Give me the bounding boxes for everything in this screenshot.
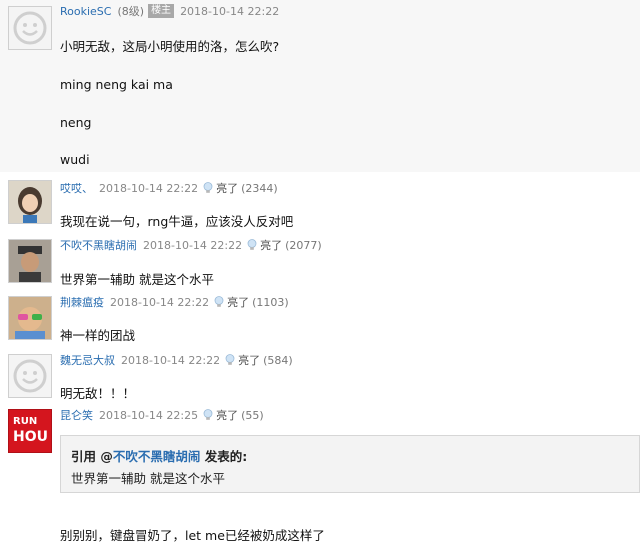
- post-text: 我现在说一句，rng牛逼，应该没人反对吧: [60, 214, 294, 229]
- avatar-logo-text-bottom: HOU: [13, 429, 48, 445]
- light-label: 亮了: [216, 409, 239, 422]
- post-meta: 魏无忌大叔 2018-10-14 22:22 亮了 (584): [60, 352, 293, 368]
- quote-prefix: 引用 @: [71, 449, 113, 464]
- light-button[interactable]: 亮了: [203, 180, 238, 196]
- quote-header: 引用 @不吹不黑瞎胡闹 发表的:: [71, 446, 247, 465]
- post-time: 2018-10-14 22:25: [99, 408, 199, 422]
- post-meta: 不吹不黑瞎胡闹 2018-10-14 22:22 亮了 (2077): [60, 237, 322, 253]
- light-button[interactable]: 亮了: [214, 294, 249, 310]
- reply-post: 哎哎、 2018-10-14 22:22 亮了 (2344) 我现在说一句，rn…: [0, 176, 640, 230]
- post-meta: RookieSC (8级) 楼主 2018-10-14 22:22: [60, 3, 284, 19]
- light-label: 亮了: [227, 296, 250, 309]
- reply-post: 不吹不黑瞎胡闹 2018-10-14 22:22 亮了 (2077) 世界第一辅…: [0, 233, 640, 289]
- lightbulb-icon: [214, 296, 224, 307]
- reply-post: 荆棘瘟疫 2018-10-14 22:22 亮了 (1103) 神一样的团战: [0, 291, 640, 347]
- lightbulb-icon: [247, 239, 257, 250]
- light-count: (584): [263, 353, 293, 367]
- post-meta: 荆棘瘟疫 2018-10-14 22:22 亮了 (1103): [60, 294, 289, 310]
- quote-user-link[interactable]: 不吹不黑瞎胡闹: [113, 449, 201, 464]
- light-button[interactable]: 亮了: [225, 352, 260, 368]
- light-count: (2077): [285, 238, 322, 252]
- username-link[interactable]: RookieSC: [60, 5, 111, 18]
- user-photo-icon: [9, 240, 51, 282]
- light-label: 亮了: [216, 182, 239, 195]
- post-text: 世界第一辅助 就是这个水平: [60, 272, 214, 287]
- avatar[interactable]: [8, 296, 52, 340]
- default-avatar-icon: [13, 359, 47, 393]
- post-text-line: wudi: [60, 152, 90, 167]
- post-text-line: ming neng kai ma: [60, 77, 173, 92]
- avatar[interactable]: [8, 6, 52, 50]
- post-time: 2018-10-14 22:22: [143, 238, 243, 252]
- light-label: 亮了: [260, 239, 283, 252]
- post-time: 2018-10-14 22:22: [121, 353, 221, 367]
- quote-suffix: 发表的:: [200, 449, 248, 464]
- user-level: (8级): [117, 5, 145, 18]
- op-post: RookieSC (8级) 楼主 2018-10-14 22:22 小明无敌，这…: [0, 0, 640, 172]
- light-button[interactable]: 亮了: [203, 407, 238, 423]
- light-button[interactable]: 亮了: [247, 237, 282, 253]
- post-text-line: 小明无敌，这局小明使用的洛，怎么吹?: [60, 39, 280, 54]
- avatar-logo-text-top: RUN: [13, 416, 38, 427]
- username-link[interactable]: 昆仑笑: [60, 407, 93, 423]
- user-photo-icon: [9, 181, 51, 223]
- light-count: (1103): [252, 295, 289, 309]
- reply-post: 魏无忌大叔 2018-10-14 22:22 亮了 (584) 明无敌！！！: [0, 349, 640, 403]
- post-text: 神一样的团战: [60, 328, 136, 343]
- post-time: 2018-10-14 22:22: [180, 4, 280, 18]
- post-meta: 昆仑笑 2018-10-14 22:25 亮了 (55): [60, 407, 264, 423]
- lightbulb-icon: [225, 354, 235, 365]
- light-count: (2344): [241, 181, 278, 195]
- username-link[interactable]: 哎哎、: [60, 180, 93, 196]
- op-badge: 楼主: [148, 4, 175, 18]
- avatar[interactable]: RUN HOU: [8, 409, 52, 453]
- post-text: 别别别，键盘冒奶了，let me已经被奶成这样了: [60, 528, 325, 543]
- light-label: 亮了: [238, 354, 261, 367]
- post-meta: 哎哎、 2018-10-14 22:22 亮了 (2344): [60, 180, 278, 196]
- default-avatar-icon: [13, 11, 47, 45]
- lightbulb-icon: [203, 182, 213, 193]
- comment-thread: RookieSC (8级) 楼主 2018-10-14 22:22 小明无敌，这…: [0, 0, 640, 544]
- lightbulb-icon: [203, 409, 213, 420]
- post-text: 明无敌！！！: [60, 386, 136, 401]
- avatar[interactable]: [8, 180, 52, 224]
- post-text-line: neng: [60, 115, 92, 130]
- light-count: (55): [241, 408, 264, 422]
- post-time: 2018-10-14 22:22: [99, 181, 199, 195]
- user-photo-icon: [9, 297, 51, 339]
- username-link[interactable]: 不吹不黑瞎胡闹: [60, 237, 137, 253]
- quote-block: 引用 @不吹不黑瞎胡闹 发表的: 世界第一辅助 就是这个水平: [60, 435, 640, 493]
- username-link[interactable]: 荆棘瘟疫: [60, 294, 104, 310]
- avatar[interactable]: [8, 354, 52, 398]
- avatar[interactable]: [8, 239, 52, 283]
- quote-text: 世界第一辅助 就是这个水平: [71, 471, 225, 486]
- username-link[interactable]: 魏无忌大叔: [60, 352, 115, 368]
- post-time: 2018-10-14 22:22: [110, 295, 210, 309]
